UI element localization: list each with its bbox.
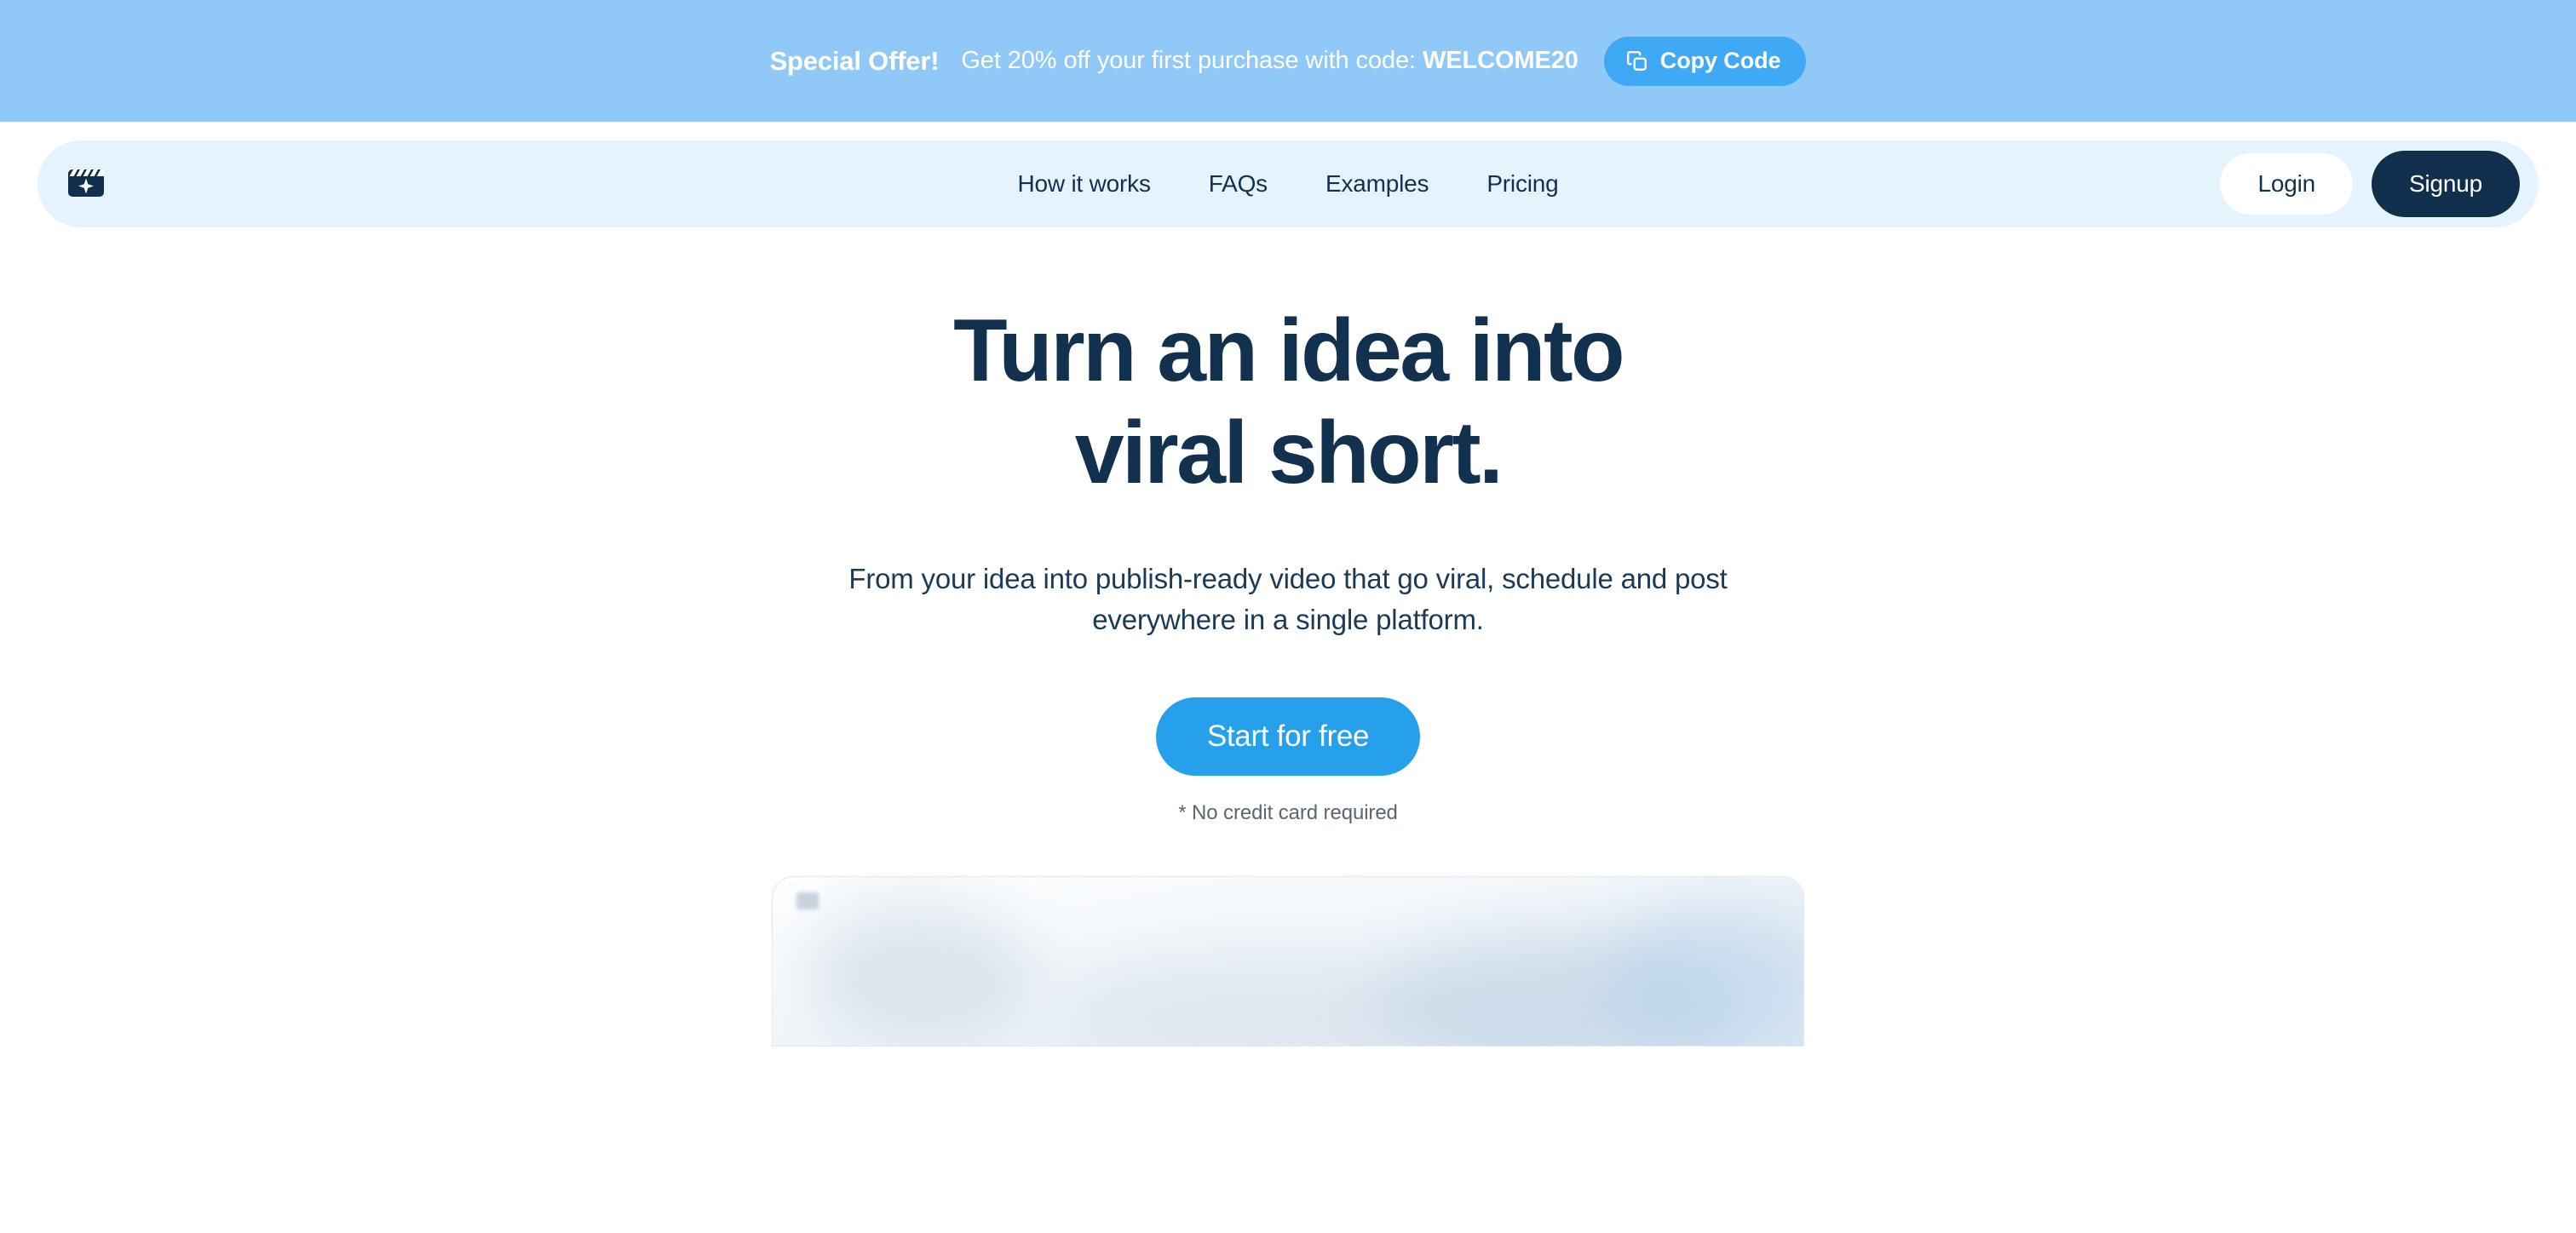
nav-link-examples[interactable]: Examples [1297, 170, 1458, 198]
preview-blob [807, 914, 1037, 1042]
preview-blob [1054, 953, 1412, 1046]
copy-code-label: Copy Code [1659, 48, 1781, 73]
cta-note: * No credit card required [1178, 800, 1398, 824]
preview-card-container [772, 875, 1804, 1047]
copy-icon [1626, 50, 1648, 72]
promo-code: WELCOME20 [1423, 47, 1578, 74]
promo-banner-content: Special Offer! Get 20% off your first pu… [769, 36, 1807, 86]
app-preview-card[interactable] [772, 875, 1804, 1047]
promo-message: Get 20% off your first purchase with cod… [961, 47, 1578, 75]
promo-banner: Special Offer! Get 20% off your first pu… [0, 0, 2576, 122]
hero-title-line-2: viral short. [1074, 403, 1504, 502]
nav-link-faqs[interactable]: FAQs [1180, 170, 1297, 198]
hero-title-line-1: Turn an idea into [953, 301, 1624, 400]
promo-headline: Special Offer! [769, 45, 940, 76]
preview-mini-logo-icon [796, 892, 819, 909]
navbar: How it works FAQs Examples Pricing Login… [37, 141, 2539, 227]
start-for-free-button[interactable]: Start for free [1155, 697, 1421, 776]
nav-links: How it works FAQs Examples Pricing [988, 170, 1587, 198]
nav-link-how-it-works[interactable]: How it works [988, 170, 1179, 198]
hero-section: Turn an idea into viral short. From your… [0, 227, 2576, 1047]
clapperboard-sparkle-icon [67, 165, 105, 204]
preview-blob [1607, 902, 1803, 1046]
copy-code-button[interactable]: Copy Code [1603, 36, 1807, 86]
promo-message-text: Get 20% off your first purchase with cod… [961, 47, 1416, 74]
nav-link-pricing[interactable]: Pricing [1458, 170, 1587, 198]
hero-subtitle: From your idea into publish-ready video … [848, 563, 1728, 636]
cta-container: Start for free * No credit card required [0, 697, 2576, 825]
nav-actions: Login Signup [2220, 151, 2520, 217]
signup-button[interactable]: Signup [2372, 151, 2520, 217]
navbar-container: How it works FAQs Examples Pricing Login… [0, 122, 2576, 227]
page-title: Turn an idea into viral short. [785, 301, 1791, 504]
login-button[interactable]: Login [2220, 153, 2353, 215]
logo[interactable] [67, 165, 105, 203]
